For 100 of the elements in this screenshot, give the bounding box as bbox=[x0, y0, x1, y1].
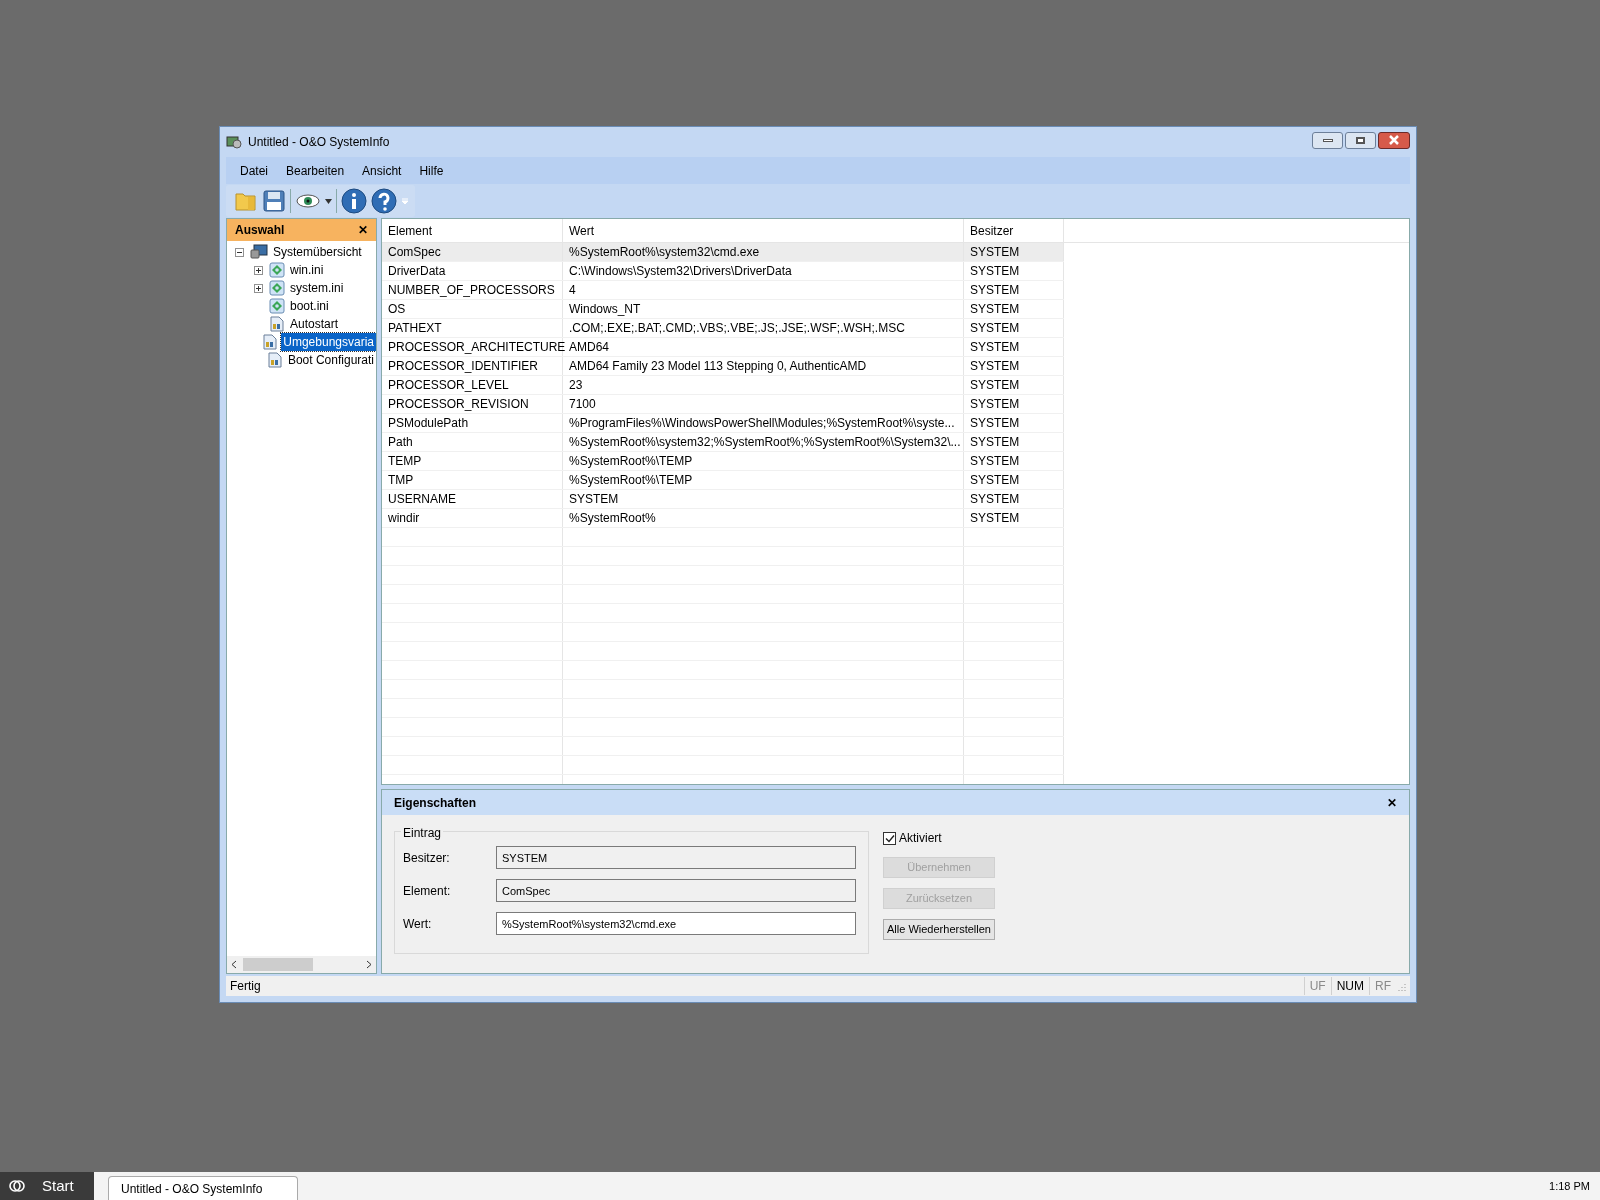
close-button[interactable]: ✕ bbox=[1387, 793, 1397, 812]
document-icon bbox=[266, 352, 283, 368]
table-cell-text: %SystemRoot%\TEMP bbox=[569, 472, 693, 489]
table-cell-text: %ProgramFiles%\WindowsPowerShell\Modules;%SystemRoot%\syste... bbox=[569, 415, 955, 432]
table-cell-text: SYSTEM bbox=[970, 301, 1020, 318]
plus-icon bbox=[254, 284, 262, 292]
help-icon[interactable] bbox=[371, 188, 397, 214]
column-header[interactable]: Wert bbox=[563, 219, 964, 242]
column-header[interactable]: Element bbox=[382, 219, 563, 242]
start-logo-icon bbox=[8, 1178, 26, 1194]
menu-item[interactable]: Ansicht bbox=[362, 161, 402, 180]
close-button[interactable]: ✕ bbox=[358, 221, 368, 239]
table-cell-text: PROCESSOR_IDENTIFIER bbox=[388, 358, 539, 375]
tree-item[interactable]: Systemübersicht bbox=[271, 243, 364, 261]
table-row[interactable]: OS Windows_NT SYSTEM bbox=[382, 300, 1064, 319]
close-button[interactable] bbox=[1378, 131, 1410, 149]
collapse-toggle[interactable] bbox=[234, 247, 244, 257]
scroll-right-icon[interactable] bbox=[366, 960, 372, 969]
save-icon[interactable] bbox=[262, 189, 286, 213]
table-row[interactable]: TMP %SystemRoot%\TEMP SYSTEM bbox=[382, 471, 1064, 490]
plus-icon bbox=[254, 266, 262, 274]
table-row[interactable]: PROCESSOR_LEVEL 23 SYSTEM bbox=[382, 376, 1064, 395]
table-cell-text: SYSTEM bbox=[970, 415, 1020, 432]
horizontal-scrollbar[interactable] bbox=[227, 956, 376, 973]
table-cell-text: .COM;.EXE;.BAT;.CMD;.VBS;.VBE;.JS;.JSE;.WSF;.WSH;.MSC bbox=[569, 320, 905, 337]
menu-item[interactable]: Hilfe bbox=[419, 161, 444, 180]
table-cell-text: SYSTEM bbox=[970, 244, 1020, 261]
tree-item[interactable]: boot.ini bbox=[288, 297, 331, 315]
panel-title: Eigenschaften bbox=[394, 794, 477, 812]
checkbox-label: Aktiviert bbox=[899, 830, 942, 847]
table-cell-text: %SystemRoot% bbox=[569, 510, 656, 527]
table-row[interactable]: PROCESSOR_IDENTIFIER AMD64 Family 23 Model 113 Stepping 0, AuthenticAMD SYSTEM bbox=[382, 357, 1064, 376]
resize-grip-icon[interactable] bbox=[1396, 981, 1406, 991]
status-indicator: UF bbox=[1303, 977, 1331, 995]
table-row[interactable]: TEMP %SystemRoot%\TEMP SYSTEM bbox=[382, 452, 1064, 471]
table-cell-text: AMD64 Family 23 Model 113 Stepping 0, AuthenticAMD bbox=[569, 358, 867, 375]
table-row[interactable]: PROCESSOR_REVISION 7100 SYSTEM bbox=[382, 395, 1064, 414]
table-cell-text: ComSpec bbox=[388, 244, 441, 261]
table-cell-text: PROCESSOR_LEVEL bbox=[388, 377, 509, 394]
table-cell-text: TMP bbox=[388, 472, 414, 489]
table-cell-text: SYSTEM bbox=[970, 396, 1020, 413]
tree-item[interactable]: Umgebungsvaria bbox=[281, 333, 376, 351]
table-row[interactable]: NUMBER_OF_PROCESSORS 4 SYSTEM bbox=[382, 281, 1064, 300]
field-label: Besitzer: bbox=[403, 850, 451, 867]
computer-icon bbox=[250, 244, 268, 260]
table-cell-text: 7100 bbox=[569, 396, 596, 413]
caret-icon[interactable] bbox=[325, 198, 332, 204]
eye-icon[interactable] bbox=[295, 191, 321, 211]
table-row[interactable]: ComSpec %SystemRoot%\system32\cmd.exe SYSTEM bbox=[382, 243, 1064, 262]
settings-file-icon bbox=[269, 298, 285, 314]
table-row[interactable]: USERNAME SYSTEM SYSTEM bbox=[382, 490, 1064, 509]
table-row[interactable]: PROCESSOR_ARCHITECTURE AMD64 SYSTEM bbox=[382, 338, 1064, 357]
table-cell-text: SYSTEM bbox=[970, 491, 1020, 508]
tree-item[interactable]: win.ini bbox=[288, 261, 326, 279]
expand-toggle[interactable] bbox=[253, 283, 263, 293]
menu-item[interactable]: Bearbeiten bbox=[286, 161, 345, 180]
table-row[interactable]: PSModulePath %ProgramFiles%\WindowsPowerShell\Modules;%SystemRoot%\syste... SYSTEM bbox=[382, 414, 1064, 433]
taskbar-task[interactable]: Untitled - O&O SystemInfo bbox=[108, 1176, 298, 1200]
table-cell-text: %SystemRoot%\system32\cmd.exe bbox=[569, 244, 760, 261]
table-cell-text: SYSTEM bbox=[970, 339, 1020, 356]
table-cell-text: USERNAME bbox=[388, 491, 456, 508]
start-button[interactable]: Start bbox=[0, 1172, 94, 1200]
clock: 1:18 PM bbox=[1549, 1178, 1590, 1194]
table-cell-text: SYSTEM bbox=[970, 263, 1020, 280]
minimize-button[interactable] bbox=[1312, 131, 1343, 149]
table-cell-text: PATHEXT bbox=[388, 320, 442, 337]
table-cell-text: PSModulePath bbox=[388, 415, 469, 432]
menu-item[interactable]: Datei bbox=[240, 161, 268, 180]
action-button[interactable]: Alle Wiederherstellen bbox=[883, 919, 995, 940]
input-field[interactable]: SYSTEM bbox=[496, 846, 856, 869]
table-cell-text: C:\Windows\System32\Drivers\DriverData bbox=[569, 263, 792, 280]
table-cell-text: SYSTEM bbox=[569, 491, 619, 508]
scroll-left-icon[interactable] bbox=[231, 960, 237, 969]
table-cell-text: AMD64 bbox=[569, 339, 609, 356]
field-label: Wert: bbox=[403, 916, 433, 933]
expand-toggle[interactable] bbox=[253, 265, 263, 275]
table-cell-text: SYSTEM bbox=[970, 320, 1020, 337]
tree-item[interactable]: Boot Configurati bbox=[285, 351, 376, 369]
table-cell-text: OS bbox=[388, 301, 406, 318]
table-cell-text: SYSTEM bbox=[970, 472, 1020, 489]
table-row[interactable]: windir %SystemRoot% SYSTEM bbox=[382, 509, 1064, 528]
close-icon bbox=[1388, 135, 1400, 145]
table-cell-text: SYSTEM bbox=[970, 510, 1020, 527]
table-row[interactable]: PATHEXT .COM;.EXE;.BAT;.CMD;.VBS;.VBE;.JS;.JSE;.WSF;.WSH;.MSC SYSTEM bbox=[382, 319, 1064, 338]
info-icon[interactable] bbox=[341, 188, 367, 214]
table-cell-text: 23 bbox=[569, 377, 583, 394]
settings-file-icon bbox=[269, 262, 285, 278]
window-title: Untitled - O&O SystemInfo bbox=[248, 134, 390, 151]
input-field[interactable]: %SystemRoot%\system32\cmd.exe bbox=[496, 912, 856, 935]
app-icon bbox=[226, 135, 242, 149]
tree-item[interactable]: Autostart bbox=[288, 315, 341, 333]
table-cell-text: %SystemRoot%\TEMP bbox=[569, 453, 693, 470]
input-field[interactable]: ComSpec bbox=[496, 879, 856, 902]
checkbox[interactable] bbox=[883, 831, 896, 845]
table-row[interactable]: Path %SystemRoot%\system32;%SystemRoot%;%SystemRoot%\System32\... SYSTEM bbox=[382, 433, 1064, 452]
table-cell-text: TEMP bbox=[388, 453, 422, 470]
maximize-button[interactable] bbox=[1345, 131, 1376, 149]
table-row[interactable]: DriverData C:\Windows\System32\Drivers\DriverData SYSTEM bbox=[382, 262, 1064, 281]
tree-item[interactable]: system.ini bbox=[288, 279, 346, 297]
column-header[interactable]: Besitzer bbox=[964, 219, 1064, 242]
